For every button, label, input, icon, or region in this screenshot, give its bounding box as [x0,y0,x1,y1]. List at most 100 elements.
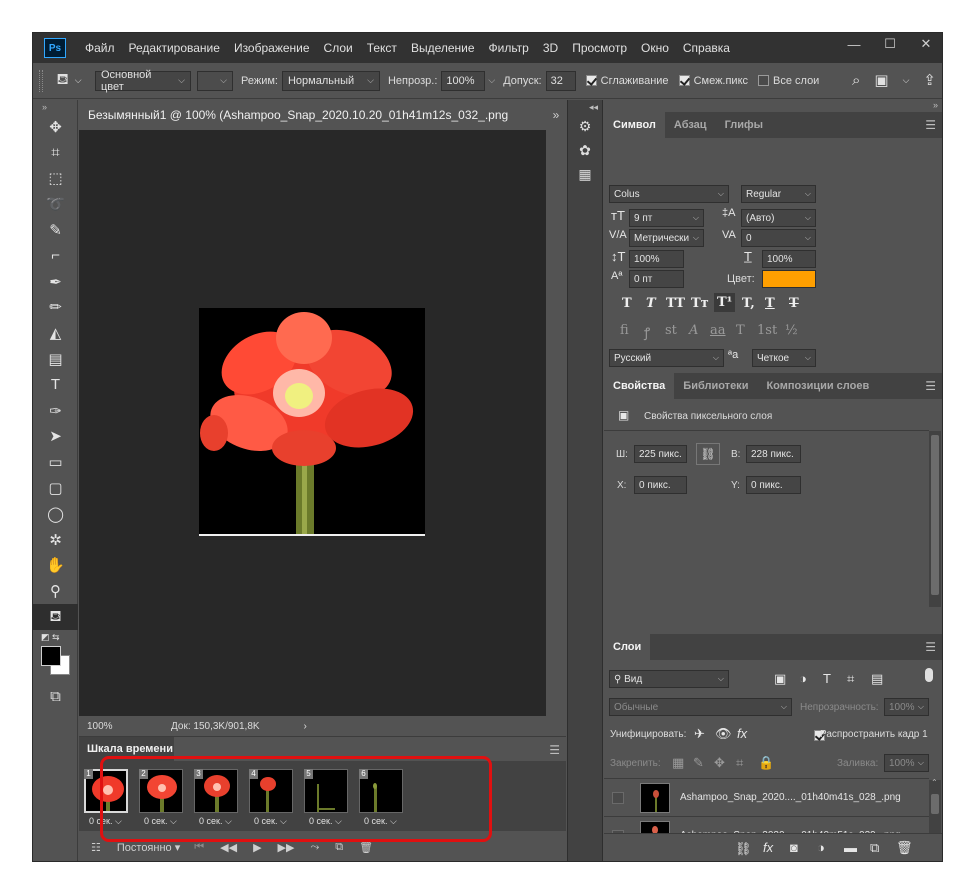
menu-view[interactable]: Просмотр [565,33,634,63]
frame-delay[interactable]: 0 сек. ⌵ [364,816,397,827]
timeline-frame[interactable]: 6 0 сек. ⌵ [356,767,408,829]
trash-icon[interactable]: 🗑 [359,841,373,854]
menu-3d[interactable]: 3D [536,33,565,63]
gradient-tool-icon[interactable]: ▤ [33,346,78,372]
loop-dropdown[interactable]: Постоянно ▾ [117,841,180,854]
foreground-color-swatch[interactable] [41,645,61,666]
width-field[interactable]: 225 пикс. [634,445,687,463]
pen-tool-icon[interactable]: ✑ [33,398,78,424]
baseline-shift-field[interactable]: 0 пт [629,270,684,288]
text-color-swatch[interactable] [762,270,816,288]
anti-alias-dropdown[interactable]: Четкое ⌵ [752,349,816,367]
layer-style-icon[interactable]: fx [763,840,773,855]
tab-paragraph[interactable]: Абзац [665,112,716,138]
play-icon[interactable]: ▶ [253,841,261,854]
font-style-dropdown[interactable]: Regular ⌵ [741,185,816,203]
mode-dropdown[interactable]: Нормальный ⌵ [281,70,380,91]
small-caps-button[interactable]: Tт [691,296,709,311]
share-icon[interactable]: ⇪ [923,71,936,89]
menu-help[interactable]: Справка [676,33,737,63]
discretionary-ligatures-button[interactable]: st [665,323,677,338]
strikethrough-button[interactable]: T [789,296,799,311]
minimize-button[interactable]: — [836,33,872,55]
swash-button[interactable]: A [689,323,698,338]
path-selection-tool-icon[interactable]: ➤ [33,424,78,450]
x-field[interactable]: 0 пикс. [634,476,687,494]
old-style-button[interactable]: ꝭ [644,323,650,341]
link-layers-icon[interactable]: ⛓ [735,841,752,857]
fill-source-dropdown[interactable]: Основной цвет ⌵ [95,69,191,93]
font-size-field[interactable]: 9 пт ⌵ [629,209,704,227]
ligatures-button[interactable]: fi [620,323,629,338]
document-canvas[interactable] [79,130,546,716]
rounded-rectangle-tool-icon[interactable]: ▢ [33,475,78,501]
unify-position-icon[interactable]: ✈ [694,726,705,742]
hand-tool-icon[interactable]: ✋ [33,553,78,579]
new-layer-icon[interactable]: ⧉ [870,840,879,856]
frame-delay[interactable]: 0 сек. ⌵ [309,816,342,827]
layer-visibility-toggle[interactable] [612,792,624,804]
tab-layer-comps[interactable]: Композиции слоев [757,373,878,399]
document-tab[interactable]: Безымянный1 @ 100% (Ashampoo_Snap_2020.1… [79,100,509,130]
workspace-icon[interactable]: ▣ [874,71,888,89]
duplicate-frame-icon[interactable]: ⧉ [335,841,343,854]
expand-toolbar-icon[interactable]: » [33,100,77,114]
vertical-scale-field[interactable]: 100% [629,250,684,268]
layer-opacity-field[interactable]: 100% ⌵ [884,698,929,716]
stylistic-alternates-button[interactable]: aa [710,323,726,338]
new-group-icon[interactable]: ▬ [844,840,857,855]
frame-delay[interactable]: 0 сек. ⌵ [144,816,177,827]
tracking-field[interactable]: 0 ⌵ [741,229,816,247]
unify-style-icon[interactable]: fx [737,726,747,741]
timeline-frame[interactable]: 1 0 сек. ⌵ [81,767,133,829]
zoom-tool-icon[interactable]: ⚲ [33,578,78,604]
type-tool-icon[interactable]: T [33,372,78,398]
anti-alias-checkbox[interactable] [585,75,597,86]
filter-toggle[interactable] [925,668,933,682]
frame-delay[interactable]: 0 сек. ⌵ [89,816,122,827]
lock-position-icon[interactable]: ✥ [714,755,725,771]
menu-edit[interactable]: Редактирование [122,33,227,63]
first-frame-icon[interactable]: ⏮ [194,841,204,854]
tolerance-field[interactable]: 32 [545,70,576,91]
crop-tool-icon[interactable]: ⌐ [33,243,78,269]
chevron-down-icon[interactable]: ⌵ [903,75,910,86]
adjustment-layer-icon[interactable]: ◑ [817,840,825,855]
tween-icon[interactable]: ⤳ [310,841,319,854]
timeline-frame[interactable]: 5 0 сек. ⌵ [301,767,353,829]
close-window-button[interactable]: ✕ [908,33,942,55]
chevron-right-icon[interactable]: › [304,721,307,732]
superscript-button[interactable]: T¹ [714,293,736,312]
ordinals-button[interactable]: 1st [757,323,777,338]
lock-pixels-icon[interactable]: ✎ [693,755,704,771]
menu-image[interactable]: Изображение [227,33,317,63]
filter-adjustment-icon[interactable]: ◑ [799,671,807,686]
opacity-field[interactable]: 100% [441,70,486,91]
chevron-down-icon[interactable]: ⌵ [488,75,495,86]
frame-delay[interactable]: 0 сек. ⌵ [254,816,287,827]
brush-tool-icon[interactable]: ✏ [33,295,78,321]
subscript-button[interactable]: T, [742,296,755,311]
search-icon[interactable]: ⌕ [852,72,860,89]
lock-artboard-icon[interactable]: ⌗ [736,755,743,771]
menu-type[interactable]: Текст [360,33,404,63]
eyedropper-tool-icon[interactable]: ✒ [33,269,78,295]
fill-field[interactable]: 100% ⌵ [884,754,929,772]
paint-bucket-tool-icon[interactable]: ⛾ [33,604,78,630]
collapse-panels-icon[interactable]: » [933,100,938,110]
history-icon[interactable]: ⚙ [568,114,602,138]
custom-shape-tool-icon[interactable]: ✲ [33,527,78,553]
marquee-tool-icon[interactable]: ⬚ [33,166,78,192]
menu-filter[interactable]: Фильтр [482,33,536,63]
lock-all-icon[interactable]: 🔒 [758,755,774,771]
timeline-frame[interactable]: 3 0 сек. ⌵ [191,767,243,829]
grid-icon[interactable]: ▦ [568,162,602,186]
eraser-tool-icon[interactable]: ◭ [33,320,78,346]
next-frame-icon[interactable]: ▶▶ [278,841,295,854]
frame-delay[interactable]: 0 сек. ⌵ [199,816,232,827]
tab-character[interactable]: Символ [604,112,665,138]
menu-window[interactable]: Окно [634,33,676,63]
convert-timeline-icon[interactable]: ☷ [91,841,101,854]
language-dropdown[interactable]: Русский ⌵ [609,349,724,367]
screen-mode-icon[interactable]: ⧉ [33,684,78,710]
